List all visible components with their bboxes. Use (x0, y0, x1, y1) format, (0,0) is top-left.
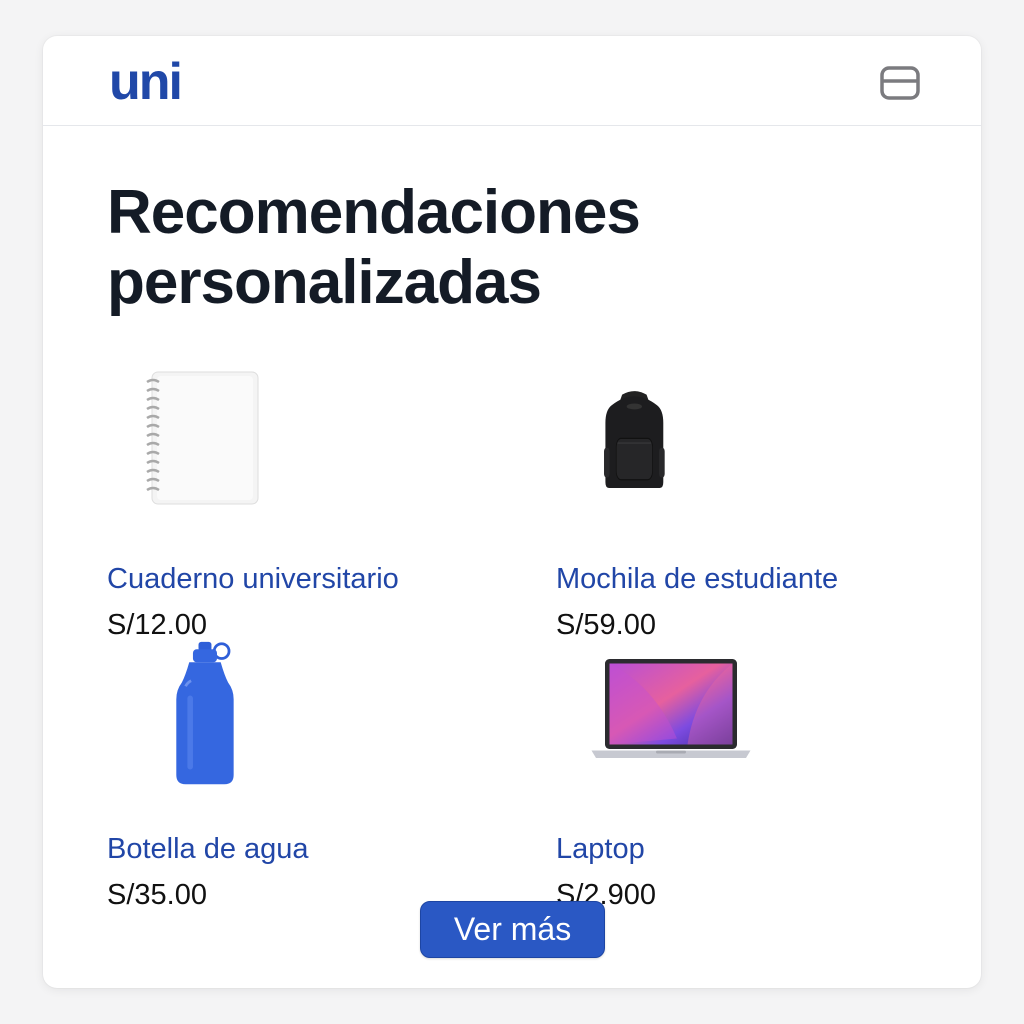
water-bottle-icon (176, 641, 234, 785)
notebook-icon (146, 371, 259, 505)
product-name[interactable]: Botella de agua (107, 833, 309, 866)
laptop-icon (591, 659, 751, 758)
header: uni (43, 36, 981, 126)
backpack-icon (604, 391, 665, 488)
product-card[interactable]: Cuaderno universitario S/12.00 (107, 366, 507, 641)
product-name[interactable]: Mochila de estudiante (556, 563, 838, 596)
card-icon[interactable] (879, 64, 921, 102)
product-card[interactable]: Laptop S/2.900 (556, 636, 956, 911)
product-price: S/35.00 (107, 879, 207, 911)
page-title: Recomendaciones personalizadas (107, 178, 641, 317)
logo[interactable]: uni (109, 56, 183, 108)
product-name[interactable]: Cuaderno universitario (107, 563, 399, 596)
see-more-button[interactable]: Ver más (420, 901, 605, 958)
recommendations-card: uni Recomendaciones personalizadas Cuade… (43, 36, 981, 988)
product-name[interactable]: Laptop (556, 833, 645, 866)
product-card[interactable]: Botella de agua S/35.00 (107, 636, 507, 911)
product-card[interactable]: Mochila de estudiante S/59.00 (556, 356, 956, 641)
